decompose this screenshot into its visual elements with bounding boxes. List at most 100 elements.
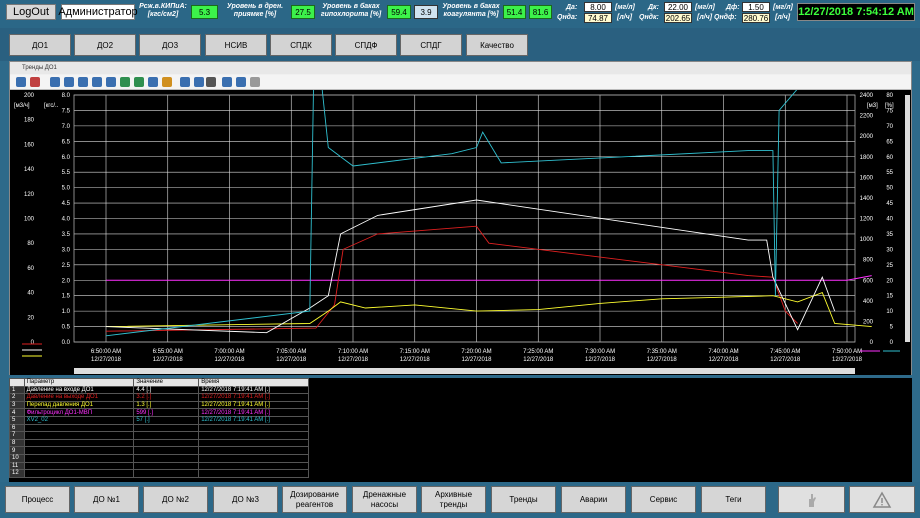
table-row[interactable]: 5 XV2_02 57 [.] 12/27/2018 7:19:41 AM [.] <box>9 415 309 425</box>
config-icon[interactable] <box>30 77 40 87</box>
x-tick-label: 7:10:00 AM <box>338 349 368 355</box>
tab-5[interactable]: СПДК <box>270 34 332 56</box>
cell-time <box>198 453 309 463</box>
forward-icon[interactable] <box>92 77 102 87</box>
cell-value <box>133 446 200 455</box>
left2-tick: 5.5 <box>62 170 71 176</box>
cell-value <box>133 423 200 433</box>
sync-icon[interactable] <box>236 77 246 87</box>
nav-4[interactable]: ДО №3 <box>213 486 278 513</box>
cell-n: 3 <box>9 400 25 410</box>
x-tick-date: 12/27/2018 <box>832 357 863 363</box>
kipia-label: Рсж.в.КИПиА: [кгс/см2] <box>139 3 187 18</box>
right2-tick: 60 <box>886 155 893 161</box>
alarm-warning-button[interactable] <box>849 486 915 513</box>
coag-label: Уровень в баках коагулянта [%] <box>442 3 500 18</box>
left1-tick: 20 <box>27 315 34 321</box>
tab-1[interactable]: ДО1 <box>9 34 71 56</box>
table-row[interactable]: 7 <box>9 431 309 440</box>
print-icon[interactable] <box>206 77 216 87</box>
back-icon[interactable] <box>78 77 88 87</box>
nav-6[interactable]: Дренажные насосы <box>352 486 417 513</box>
table-row[interactable]: 8 <box>9 438 309 448</box>
table-row[interactable]: 4 Фильтроцикл ДО1-МВП 599 [.] 12/27/2018 7:… <box>9 408 309 417</box>
table-row[interactable]: 3 Перепад давления ДО1 1.3 [.] 12/27/2018 7… <box>9 400 309 410</box>
fx-icon[interactable] <box>250 77 260 87</box>
right1-tick: 2000 <box>860 134 874 140</box>
x-tick-date: 12/27/2018 <box>276 357 307 363</box>
series-inlet-pressure-line <box>105 199 836 334</box>
left2-tick: 6.5 <box>62 139 71 145</box>
tab-6[interactable]: СПДФ <box>335 34 397 56</box>
tab-4[interactable]: НСИВ <box>205 34 267 56</box>
user-field: Администратор <box>58 4 138 20</box>
qndf-unit: [л/ч] <box>775 14 791 21</box>
left2-tick: 4.5 <box>62 201 71 207</box>
x-tick-date: 12/27/2018 <box>91 357 122 363</box>
acknowledge-button[interactable] <box>778 486 845 513</box>
nav-5[interactable]: Дозирование реагентов <box>282 486 347 513</box>
h-scrollbar <box>74 368 855 374</box>
table-row[interactable]: 9 <box>9 446 309 455</box>
right1-unit: [м3] <box>867 103 878 109</box>
x-tick-date: 12/27/2018 <box>770 357 801 363</box>
hypo-value-2: 3.9 <box>414 5 438 19</box>
right1-tick: 1400 <box>860 196 874 202</box>
cell-n: 4 <box>9 408 25 417</box>
qndf-value: 280.76 <box>742 13 770 23</box>
right2-tick: 75 <box>886 108 893 114</box>
tab-3[interactable]: ДО3 <box>139 34 201 56</box>
copy-icon[interactable] <box>222 77 232 87</box>
cell-param <box>23 461 135 471</box>
drain-value: 27.5 <box>291 5 315 19</box>
x-tick-label: 7:20:00 AM <box>461 349 491 355</box>
table-row[interactable]: 12 <box>9 469 309 478</box>
last-icon[interactable] <box>106 77 116 87</box>
legend-icon[interactable] <box>180 77 190 87</box>
left1-tick: 120 <box>24 192 35 198</box>
cell-param <box>23 446 135 455</box>
left2-tick: 1.0 <box>62 309 71 315</box>
first-icon[interactable] <box>50 77 60 87</box>
table-row[interactable]: 1 Давление на входе ДО1 4.4 [.] 12/27/2018 … <box>9 385 309 395</box>
grid-icon[interactable] <box>194 77 204 87</box>
left1-tick: 80 <box>27 241 34 247</box>
left2-tick: 0.0 <box>62 340 71 346</box>
nav-9[interactable]: Аварии <box>561 486 626 513</box>
dk-unit: [мг/л] <box>695 4 715 11</box>
prev-icon[interactable] <box>64 77 74 87</box>
table-row[interactable]: 10 <box>9 453 309 463</box>
left2-tick: 3.0 <box>62 247 71 253</box>
legend-table: Параметр Значение Время 1 Давление на вхо… <box>9 378 309 478</box>
table-row[interactable]: 2 Давление на выходе ДО1 3.2 [.] 12/27/2018… <box>9 393 309 402</box>
zoom-in-icon[interactable] <box>134 77 144 87</box>
nav-7[interactable]: Архивные тренды <box>421 486 486 513</box>
nav-10[interactable]: Сервис <box>631 486 696 513</box>
left2-tick: 6.0 <box>62 155 71 161</box>
x-tick-label: 7:35:00 AM <box>647 349 677 355</box>
x-tick-date: 12/27/2018 <box>708 357 739 363</box>
cell-param <box>23 438 135 448</box>
zoom-icon[interactable] <box>120 77 130 87</box>
clock-display: 12/27/2018 7:54:12 AM <box>797 3 915 21</box>
df-value: 1.50 <box>742 2 770 12</box>
nav-2[interactable]: ДО №1 <box>74 486 139 513</box>
x-tick-label: 7:30:00 AM <box>585 349 615 355</box>
right1-tick: 800 <box>863 258 874 264</box>
x-tick-date: 12/27/2018 <box>523 357 554 363</box>
table-row[interactable]: 6 <box>9 423 309 433</box>
table-row[interactable]: 11 <box>9 461 309 471</box>
logout-button[interactable]: LogOut <box>6 4 56 20</box>
tab-7[interactable]: СПДГ <box>400 34 462 56</box>
nav-3[interactable]: ДО №2 <box>143 486 208 513</box>
trend-chart[interactable]: 6:50:00 AM 12/27/2018 6:55:00 AM 12/27/2018… <box>10 90 911 375</box>
left2-tick: 8.0 <box>62 93 71 99</box>
nav-8[interactable]: Тренды <box>491 486 556 513</box>
tab-2[interactable]: ДО2 <box>74 34 136 56</box>
nav-11[interactable]: Теги <box>701 486 766 513</box>
tab-8[interactable]: Качество <box>466 34 528 56</box>
pan-icon[interactable] <box>148 77 158 87</box>
nav-1[interactable]: Процесс <box>5 486 70 513</box>
cursor-icon[interactable] <box>162 77 172 87</box>
help-icon[interactable] <box>16 77 26 87</box>
